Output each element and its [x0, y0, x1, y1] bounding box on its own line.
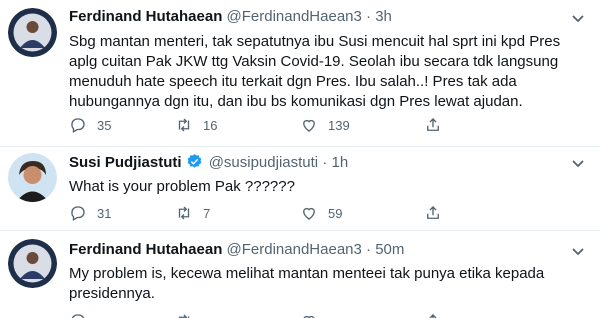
timestamp[interactable]: 1h	[331, 154, 348, 171]
like-icon	[303, 119, 315, 132]
like-count: 139	[328, 117, 350, 133]
tweet-line: Sbg mantan menteri, tak sepatutnya ibu S…	[69, 33, 561, 50]
tweet-header: Ferdinand Hutahaean @FerdinandHaean3 · 3…	[69, 8, 392, 25]
separator-dot: ·	[322, 154, 328, 171]
like-count: 59	[328, 205, 343, 221]
reply-icon	[71, 206, 85, 221]
tweet-line: hubungannya dgn itu, dan ibu bs komunika…	[69, 93, 523, 110]
retweet-button[interactable]	[175, 312, 203, 318]
tweet-line: presidennya.	[69, 285, 155, 302]
share-icon	[429, 314, 437, 318]
separator-dot: ·	[366, 8, 372, 25]
retweet-icon	[178, 118, 190, 132]
caret-down-icon[interactable]	[570, 155, 586, 171]
tweet-header: Ferdinand Hutahaean @FerdinandHaean3 · 5…	[69, 241, 404, 258]
separator-dot: ·	[366, 241, 372, 258]
user-handle[interactable]: @susipudjiastuti	[209, 154, 318, 171]
avatar[interactable]	[8, 239, 57, 288]
retweet-count: 7	[203, 205, 211, 221]
tweet-actions: 31 7 59	[69, 204, 589, 224]
verified-badge-icon	[187, 154, 201, 168]
tweet-header: Susi Pudjiastuti @susipudjiastuti · 1h	[69, 153, 348, 171]
tweet-1[interactable]: Ferdinand Hutahaean @FerdinandHaean3 · 3…	[0, 0, 600, 147]
timestamp[interactable]: 50m	[375, 241, 404, 258]
like-button[interactable]: 139	[300, 116, 350, 134]
reply-button[interactable]: 31	[69, 204, 111, 222]
reply-button[interactable]	[69, 312, 97, 318]
tweet-text: What is your problem Pak ??????	[69, 177, 589, 197]
avatar[interactable]	[8, 153, 57, 202]
display-name[interactable]: Ferdinand Hutahaean	[69, 241, 222, 258]
reply-count: 35	[97, 117, 112, 133]
caret-down-icon[interactable]	[570, 243, 586, 259]
tweet-line: What is your problem Pak ??????	[69, 178, 295, 195]
caret-down-icon[interactable]	[570, 10, 586, 26]
tweet-3[interactable]: Ferdinand Hutahaean @FerdinandHaean3 · 5…	[0, 230, 600, 318]
reply-count: 31	[97, 205, 112, 221]
like-button[interactable]: 59	[300, 204, 342, 222]
reply-icon	[71, 118, 85, 133]
display-name[interactable]: Susi Pudjiastuti	[69, 154, 182, 171]
share-icon	[427, 118, 439, 131]
reply-icon	[71, 314, 85, 318]
share-button[interactable]	[424, 116, 452, 134]
display-name[interactable]: Ferdinand Hutahaean	[69, 8, 222, 25]
like-icon	[303, 315, 315, 318]
share-button[interactable]	[424, 312, 452, 318]
user-handle[interactable]: @FerdinandHaean3	[227, 8, 362, 25]
tweet-text: My problem is, kecewa melihat mantan men…	[69, 264, 589, 304]
retweet-icon	[178, 314, 190, 318]
tweet-line: aplg cuitan Pak JKW ttg Vaksin Covid-19.…	[69, 53, 559, 70]
tweet-line: menuduh hate speech itu terkait dgn Pres…	[69, 73, 517, 90]
tweet-line: My problem is, kecewa melihat mantan men…	[69, 265, 545, 282]
like-icon	[303, 207, 315, 220]
like-button[interactable]	[300, 312, 328, 318]
tweet-actions	[69, 312, 589, 318]
retweet-button[interactable]: 7	[175, 204, 210, 222]
reply-button[interactable]: 35	[69, 116, 111, 134]
tweet-actions: 35 16 139	[69, 116, 589, 136]
tweet-2[interactable]: Susi Pudjiastuti @susipudjiastuti · 1h W…	[0, 146, 600, 231]
share-icon	[427, 206, 439, 219]
retweet-button[interactable]: 16	[175, 116, 217, 134]
retweet-count: 16	[203, 117, 218, 133]
user-handle[interactable]: @FerdinandHaean3	[227, 241, 362, 258]
share-button[interactable]	[424, 204, 452, 222]
tweet-text: Sbg mantan menteri, tak sepatutnya ibu S…	[69, 32, 589, 112]
timestamp[interactable]: 3h	[375, 8, 392, 25]
avatar[interactable]	[8, 8, 57, 57]
retweet-icon	[178, 206, 190, 220]
